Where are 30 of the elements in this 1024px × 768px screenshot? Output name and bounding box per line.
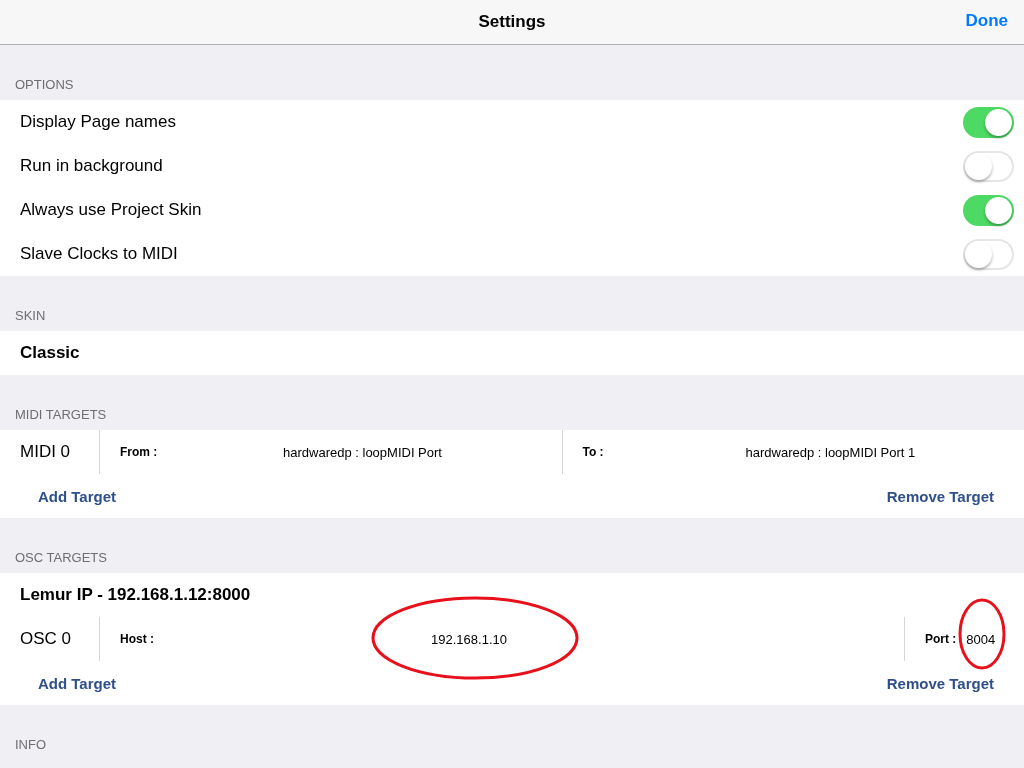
option-label: Display Page names xyxy=(20,112,176,132)
option-label: Always use Project Skin xyxy=(20,200,202,220)
add-target-button[interactable]: Add Target xyxy=(28,670,127,696)
lemur-ip-label: Lemur IP - 192.168.1.12:8000 xyxy=(20,585,251,605)
section-header: MIDI TARGETS xyxy=(15,407,107,422)
annotation-ellipse xyxy=(958,598,1007,670)
page-title: Settings xyxy=(478,12,546,32)
toggle-switch[interactable] xyxy=(963,194,1014,226)
target-name: MIDI 0 xyxy=(20,442,71,462)
toggle-switch[interactable] xyxy=(963,106,1014,138)
from-value[interactable]: hardwaredp : loopMIDI Port xyxy=(283,444,442,460)
done-button[interactable]: Done xyxy=(957,7,1016,35)
remove-target-button[interactable]: Remove Target xyxy=(876,483,1004,509)
to-label: To : xyxy=(582,445,605,459)
remove-target-button[interactable]: Remove Target xyxy=(876,670,1004,696)
option-label: Slave Clocks to MIDI xyxy=(20,244,178,264)
skin-option[interactable]: Classic xyxy=(20,343,80,363)
port-label: Port : xyxy=(925,632,957,646)
host-value[interactable]: 192.168.1.10 xyxy=(431,632,507,647)
target-name: OSC 0 xyxy=(20,629,72,649)
port-value[interactable]: 8004 xyxy=(966,632,996,647)
option-label: Run in background xyxy=(20,156,163,176)
host-label: Host : xyxy=(120,632,154,646)
section-header: INFO xyxy=(15,737,47,752)
section-header: OPTIONS xyxy=(15,77,74,92)
section-header: SKIN xyxy=(15,308,46,323)
section-header: OSC TARGETS xyxy=(15,550,107,565)
add-target-button[interactable]: Add Target xyxy=(28,483,127,509)
from-label: From : xyxy=(120,445,159,459)
to-value[interactable]: hardwaredp : loopMIDI Port 1 xyxy=(745,444,916,460)
